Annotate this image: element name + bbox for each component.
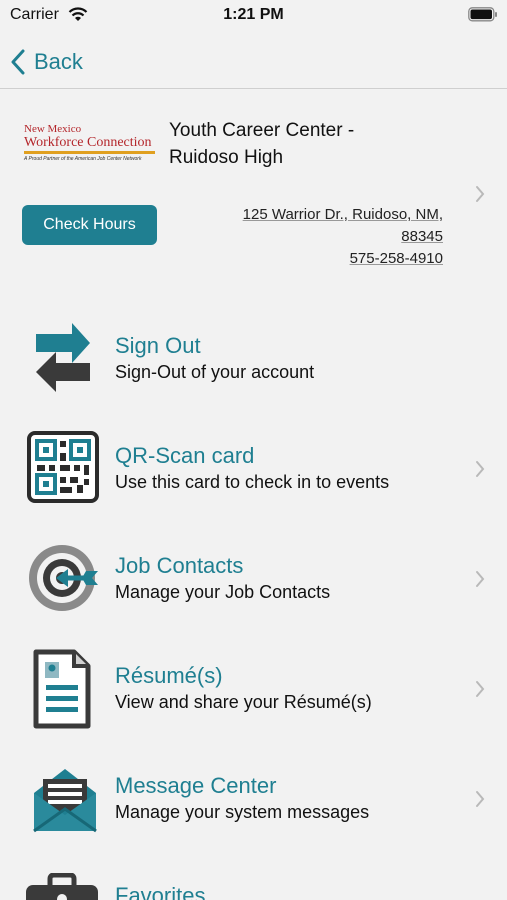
clock: 1:21 PM [223, 6, 284, 23]
check-hours-button[interactable]: Check Hours [22, 205, 157, 245]
chevron-right-icon [476, 461, 485, 477]
navigation-bar: Back [0, 34, 507, 89]
menu-item-resumes[interactable]: Résumé(s) View and share your Résumé(s) [0, 635, 507, 745]
center-name: Youth Career Center - Ruidoso High [169, 120, 355, 168]
chevron-right-icon [476, 681, 485, 697]
menu-item-message-center[interactable]: Message Center Manage your system messag… [0, 745, 507, 855]
menu-item-qr-scan-card[interactable]: QR-Scan card Use this card to check in t… [0, 415, 507, 525]
resume-document-icon [33, 649, 91, 729]
briefcase-icon [26, 873, 98, 900]
menu-item-favorites[interactable]: Favorites [0, 855, 507, 900]
menu-subtitle: Manage your Job Contacts [115, 582, 331, 602]
back-button[interactable]: Back [10, 42, 83, 82]
chevron-right-icon [476, 186, 485, 202]
menu-subtitle: Manage your system messages [115, 802, 370, 822]
menu-subtitle: Sign-Out of your account [115, 362, 315, 382]
menu-title: Favorites [115, 883, 206, 900]
menu-title: Job Contacts [115, 553, 244, 578]
menu-subtitle: Use this card to check in to events [115, 472, 390, 492]
center-address: 125 Warrior Dr., Ruidoso, NM, 88345 575-… [243, 204, 443, 270]
chevron-left-icon [11, 49, 25, 75]
chevron-right-icon [476, 791, 485, 807]
sign-out-arrows-icon [36, 323, 90, 392]
back-label: Back [34, 49, 83, 74]
address-line1[interactable]: 125 Warrior Dr., Ruidoso, NM, [243, 204, 443, 226]
menu-item-job-contacts[interactable]: Job Contacts Manage your Job Contacts [0, 525, 507, 635]
target-icon [29, 545, 98, 611]
menu-title: QR-Scan card [115, 443, 255, 468]
battery-icon [468, 7, 497, 22]
address-line2[interactable]: 88345 [243, 226, 443, 248]
workforce-connection-logo: New Mexico Workforce Connection A Proud … [24, 124, 158, 162]
phone-link[interactable]: 575-258-4910 [243, 248, 443, 270]
menu-title: Message Center [115, 773, 277, 798]
menu-item-sign-out[interactable]: Sign Out Sign-Out of your account [0, 305, 507, 415]
status-bar: Carrier 1:21 PM [0, 0, 507, 34]
chevron-right-icon [476, 571, 485, 587]
menu-title: Résumé(s) [115, 663, 223, 688]
menu-title: Sign Out [115, 333, 201, 358]
qr-code-icon [27, 431, 99, 503]
menu-subtitle: View and share your Résumé(s) [115, 692, 372, 712]
envelope-icon [33, 769, 97, 833]
